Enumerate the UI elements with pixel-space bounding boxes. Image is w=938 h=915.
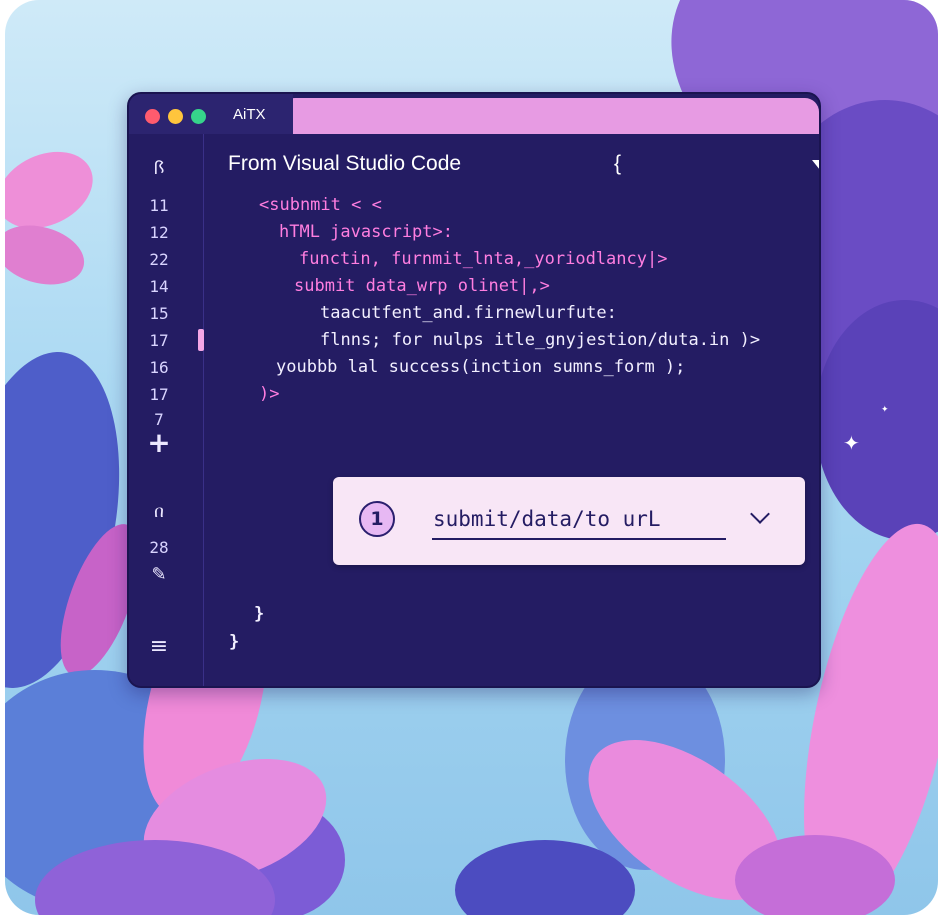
line-number: 17 <box>149 331 169 350</box>
code-line: )> <box>259 384 280 404</box>
plus-icon[interactable]: + <box>129 426 189 459</box>
dropdown-icon[interactable] <box>812 160 819 170</box>
minimize-window-button[interactable] <box>168 109 183 124</box>
line-number: 14 <box>149 277 169 296</box>
code-line: taacutfent_and.firnewlurfute: <box>320 303 617 323</box>
split-icon[interactable]: በ <box>129 502 189 522</box>
editor-pane[interactable]: From Visual Studio Code { ✕ <subnmit < <… <box>204 134 819 686</box>
maximize-window-button[interactable] <box>191 109 206 124</box>
tab-strip <box>279 98 819 134</box>
close-window-button[interactable] <box>145 109 160 124</box>
title-bar: AiTX <box>129 94 819 134</box>
line-number: 15 <box>149 304 169 323</box>
line-number: 22 <box>149 250 169 269</box>
svg-text:✦: ✦ <box>881 405 889 415</box>
line-gutter: ꟗ 11 12 22 14 15 17 16 17 7 + በ 28 ✎ ≡ <box>129 134 204 686</box>
line-number: 12 <box>149 223 169 242</box>
code-line: } <box>254 604 265 624</box>
code-line: } <box>229 632 240 652</box>
code-line: <subnmit < < <box>259 195 382 215</box>
brace-glyph: { <box>614 152 622 175</box>
code-line: hTML javascript>: <box>279 222 453 242</box>
suggestion-text[interactable]: submit/data/to urL <box>433 507 661 531</box>
line-number: 16 <box>149 358 169 377</box>
pencil-icon[interactable]: ✎ <box>129 564 189 585</box>
line-number: 11 <box>149 196 169 215</box>
suggestion-number-badge: 1 <box>359 501 395 537</box>
code-line: functin, furnmit_lnta,_yoriodlancy|> <box>299 249 668 269</box>
menu-icon[interactable]: ≡ <box>129 634 189 659</box>
line-number: 28 <box>149 538 169 557</box>
code-line: flnns; for nulps itle_gnyjestion/duta.in… <box>320 330 761 350</box>
chevron-down-icon[interactable] <box>750 504 770 524</box>
code-line: submit data_wrp olinet|,> <box>294 276 550 296</box>
svg-text:✦: ✦ <box>843 431 860 455</box>
suggestion-underline <box>432 538 726 540</box>
code-editor-window: AiTX ꟗ 11 12 22 14 15 17 16 17 7 + በ 28 … <box>127 92 821 688</box>
suggestion-box[interactable]: 1 submit/data/to urL <box>333 477 805 565</box>
editor-title: From Visual Studio Code <box>228 152 462 175</box>
line-number: 17 <box>149 385 169 404</box>
tab-title: AiTX <box>233 106 266 123</box>
code-line: youbbb lal success(inction sumns_form ); <box>276 357 686 377</box>
share-icon[interactable]: ꟗ <box>129 156 189 180</box>
